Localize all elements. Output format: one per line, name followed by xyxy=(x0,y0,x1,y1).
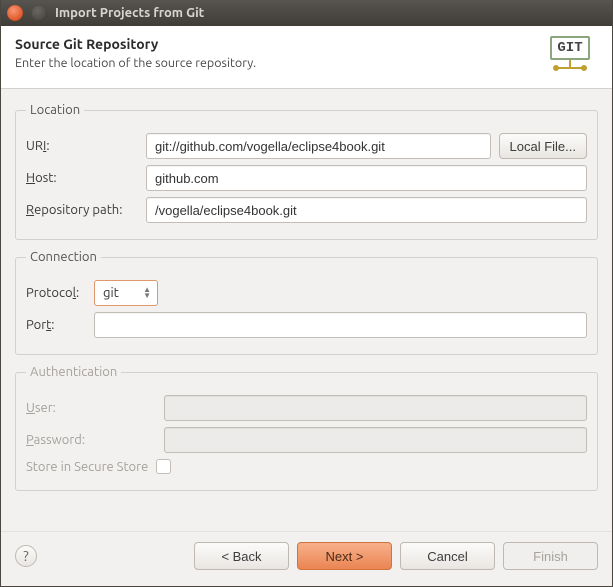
back-button[interactable]: < Back xyxy=(194,542,289,570)
finish-button: Finish xyxy=(503,542,598,570)
port-label: Port: xyxy=(26,318,86,332)
connection-group: Connection Protocol: git ▲▼ Port: xyxy=(15,250,598,355)
host-input[interactable] xyxy=(146,165,587,191)
cancel-button[interactable]: Cancel xyxy=(400,542,495,570)
user-label: User: xyxy=(26,401,156,415)
port-input[interactable] xyxy=(94,312,587,338)
window-title: Import Projects from Git xyxy=(55,6,204,20)
auth-legend: Authentication xyxy=(26,365,121,379)
local-file-button[interactable]: Local File... xyxy=(499,133,587,159)
next-button[interactable]: Next > xyxy=(297,542,392,570)
password-label: Password: xyxy=(26,433,156,447)
uri-input[interactable] xyxy=(146,133,491,159)
repo-path-label: Repository path: xyxy=(26,203,138,217)
user-input xyxy=(164,395,587,421)
connection-legend: Connection xyxy=(26,250,101,264)
page-subtitle: Enter the location of the source reposit… xyxy=(15,56,550,70)
store-secure-checkbox xyxy=(156,459,171,474)
page-title: Source Git Repository xyxy=(15,36,550,52)
protocol-label: Protocol: xyxy=(26,286,86,300)
wizard-header: Source Git Repository Enter the location… xyxy=(1,26,612,89)
minimize-icon[interactable] xyxy=(31,5,47,21)
protocol-select[interactable]: git ▲▼ xyxy=(94,280,158,306)
protocol-value: git xyxy=(103,286,119,300)
repo-path-input[interactable] xyxy=(146,197,587,223)
password-input xyxy=(164,427,587,453)
host-label: Host: xyxy=(26,171,138,185)
uri-label: URI: xyxy=(26,139,138,153)
git-icon-label: GIT xyxy=(550,36,590,60)
spinner-arrows-icon: ▲▼ xyxy=(143,287,151,299)
titlebar: Import Projects from Git xyxy=(1,0,612,26)
git-icon: GIT xyxy=(550,36,598,76)
authentication-group: Authentication User: Password: Store in … xyxy=(15,365,598,491)
store-secure-label: Store in Secure Store xyxy=(26,460,148,474)
location-legend: Location xyxy=(26,103,84,117)
location-group: Location URI: Local File... Host: Reposi… xyxy=(15,103,598,240)
wizard-footer: ? < Back Next > Cancel Finish xyxy=(1,531,612,586)
close-icon[interactable] xyxy=(7,5,23,21)
help-icon[interactable]: ? xyxy=(15,545,37,567)
